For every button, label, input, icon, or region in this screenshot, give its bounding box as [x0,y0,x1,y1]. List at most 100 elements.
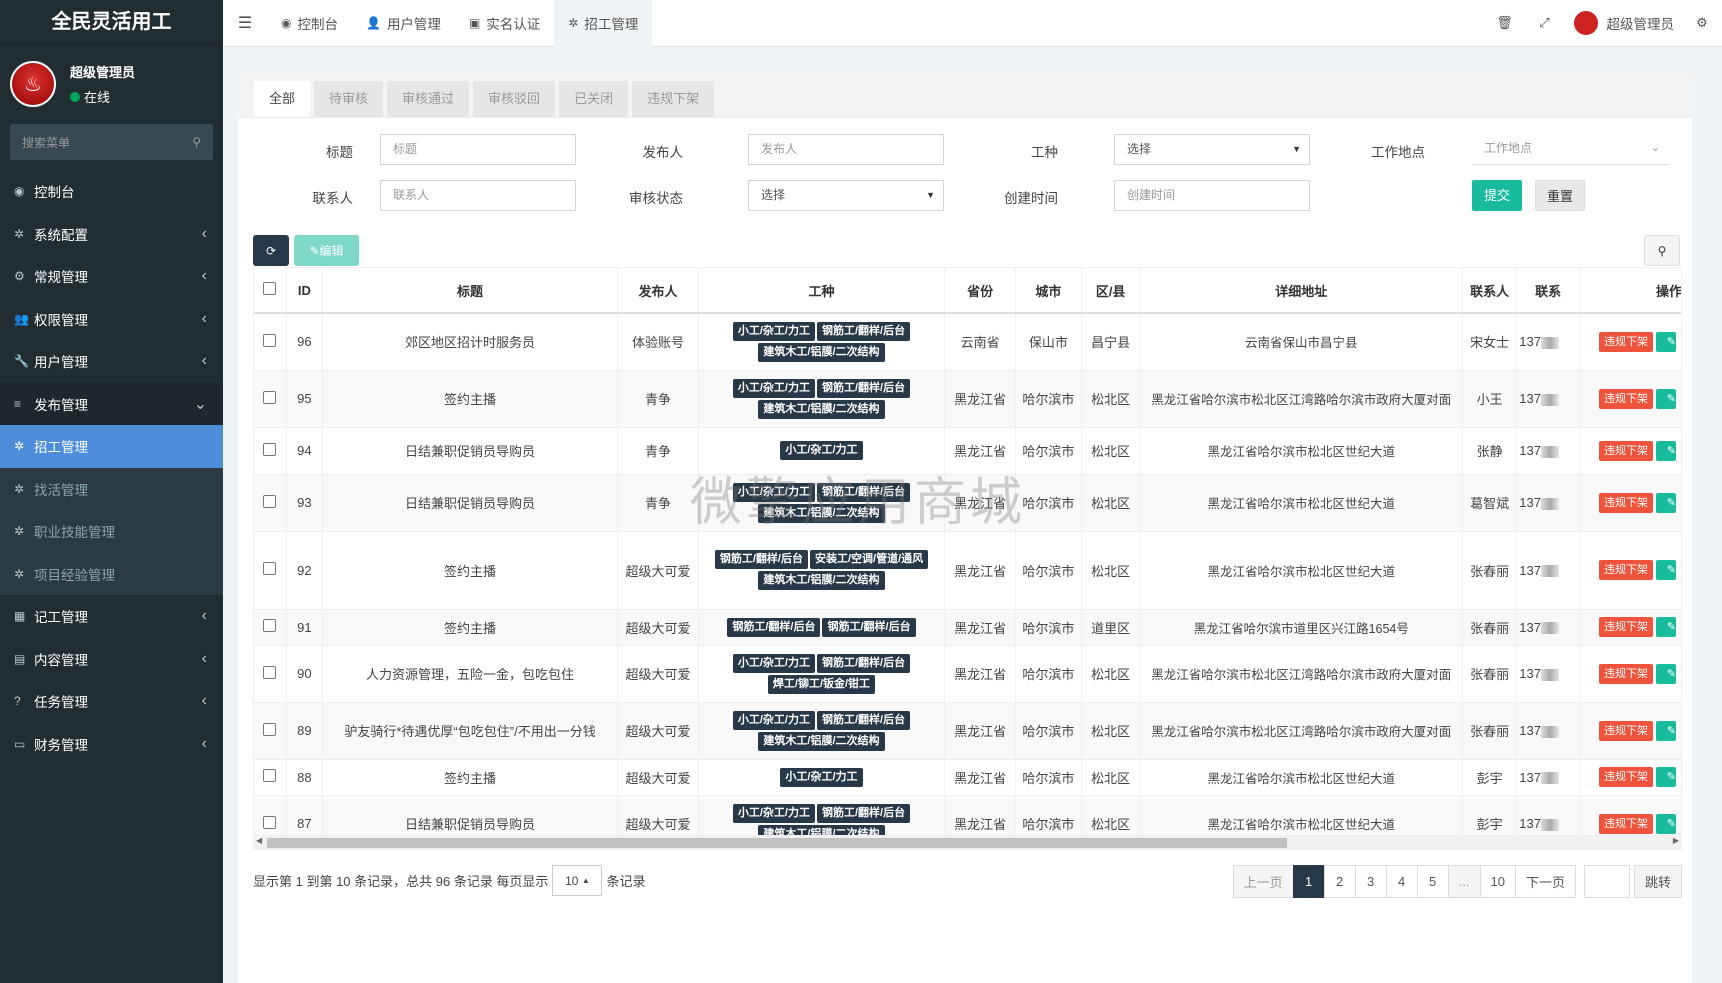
offline-button[interactable]: 违规下架 [1599,720,1653,741]
page-number-button[interactable]: 4 [1385,865,1418,898]
offline-button[interactable]: 违规下架 [1599,440,1653,461]
sidebar-item[interactable]: ✲ 项目经验管理 [0,552,223,595]
created-time-input[interactable]: 创建时间 [1114,180,1310,211]
select-all-checkbox[interactable] [263,282,277,295]
table-search-button[interactable]: ⚲ [1644,235,1680,266]
pencil-icon[interactable]: ✎ [1656,720,1676,741]
refresh-button[interactable]: ⟳ [253,235,289,266]
pencil-icon[interactable]: ✎ [1656,492,1676,513]
column-header[interactable]: 标题 [322,268,619,314]
pencil-icon[interactable]: ✎ [1656,767,1676,787]
page-number-button[interactable]: 1 [1292,865,1325,898]
edit-button[interactable]: ✎ 编辑 [294,235,359,266]
offline-button[interactable]: 违规下架 [1599,767,1653,787]
offline-button[interactable]: 违规下架 [1599,388,1653,409]
status-tab[interactable]: 已关闭 [559,81,629,117]
column-header[interactable]: 联系人 [1462,268,1518,314]
row-checkbox[interactable] [263,390,277,404]
status-tab[interactable]: 审核驳回 [473,81,556,117]
sidebar-item[interactable]: ✲ 找活管理 [0,467,223,510]
sidebar-item[interactable]: ▦ 记工管理 ‹ [0,595,223,638]
offline-button[interactable]: 违规下架 [1599,560,1653,580]
status-tab[interactable]: 待审核 [314,81,384,117]
row-checkbox[interactable] [263,562,277,575]
row-checkbox[interactable] [263,722,277,736]
scroll-left-icon[interactable]: ◀ [256,836,262,845]
status-tab[interactable]: 全部 [254,81,311,117]
sidebar-item[interactable]: ◉ 控制台 [0,170,223,213]
sidebar-item[interactable]: 🔧 用户管理 ‹ [0,340,223,383]
status-tab[interactable]: 审核通过 [387,81,470,117]
top-tab[interactable]: ✲ 招工管理 [554,0,653,47]
table-row[interactable]: 87 日结兼职促销员导购员 超级大可爱 小工/杂工/力工 钢筋工/翻样/后台建筑木工/铝… [254,794,1681,835]
pencil-icon[interactable]: ✎ [1656,560,1676,580]
row-checkbox[interactable] [263,815,277,829]
table-row[interactable]: 93 日结兼职促销员导购员 青争 小工/杂工/力工 钢筋工/翻样/后台建筑木工/铝膜/二… [254,473,1681,531]
search-icon[interactable]: ⚲ [192,135,201,149]
column-header[interactable]: 联系 [1516,268,1581,314]
page-number-button[interactable]: 3 [1354,865,1387,898]
prev-page-button[interactable]: 上一页 [1232,865,1294,898]
trash-icon[interactable]: 🗑 [1485,15,1525,31]
column-header[interactable]: 发布人 [617,268,699,314]
column-header[interactable]: 城市 [1015,268,1082,314]
row-checkbox[interactable] [263,769,277,782]
pencil-icon[interactable]: ✎ [1656,331,1676,352]
column-header[interactable]: 工种 [698,268,946,314]
next-page-button[interactable]: 下一页 [1514,865,1576,898]
table-row[interactable]: 92 签约主播 超级大可爱 钢筋工/翻样/后台 安装工/空调/管道/通风建筑木工/铝膜/… [254,530,1681,609]
column-header[interactable]: 区/县 [1081,268,1141,314]
location-select[interactable]: 工作地点 ⌄ [1472,134,1668,165]
sidebar-item[interactable]: 👥 权限管理 ‹ [0,298,223,341]
status-tab[interactable]: 违规下架 [632,81,715,117]
column-header[interactable]: 操作 [1579,268,1681,314]
row-checkbox[interactable] [263,442,277,456]
sidebar-item[interactable]: ✲ 招工管理 [0,425,223,468]
top-tab[interactable]: 👤 用户管理 [352,0,455,47]
scrollbar-thumb[interactable] [267,838,1287,848]
settings-gears-icon[interactable]: ⚙ [1682,15,1722,31]
submit-button[interactable]: 提交 [1472,180,1522,211]
sidebar-item[interactable]: ⚙ 常规管理 ‹ [0,255,223,298]
table-row[interactable]: 95 签约主播 青争 小工/杂工/力工 钢筋工/翻样/后台建筑木工/铝膜/二次结构 黑龙江… [254,369,1681,427]
table-row[interactable]: 88 签约主播 超级大可爱 小工/杂工/力工 黑龙江省 哈尔滨市 松北区 黑龙江省哈尔滨市松北… [254,758,1681,795]
top-user-menu[interactable]: 超级管理员 [1565,10,1683,36]
sidebar-item[interactable]: ✲ 系统配置 ‹ [0,213,223,256]
offline-button[interactable]: 违规下架 [1599,663,1653,684]
table-row[interactable]: 96 郊区地区招计时服务员 体验账号 小工/杂工/力工 钢筋工/翻样/后台建筑木工/铝膜… [254,312,1681,370]
offline-button[interactable]: 违规下架 [1599,331,1653,352]
page-number-button[interactable]: 10 [1479,865,1516,898]
reset-button[interactable]: 重置 [1535,180,1585,211]
pencil-icon[interactable]: ✎ [1656,440,1676,461]
sidebar-item[interactable]: ✲ 职业技能管理 [0,510,223,553]
top-tab[interactable]: ◉ 控制台 [267,0,352,47]
row-checkbox[interactable] [263,619,277,632]
column-header[interactable]: ID [286,268,323,314]
offline-button[interactable]: 违规下架 [1599,617,1653,637]
page-size-select[interactable]: 10 ▲ [552,865,603,896]
page-number-button[interactable]: 2 [1323,865,1356,898]
horizontal-scrollbar[interactable]: ◀ ▶ [253,836,1682,850]
review-status-select[interactable]: 选择 ▼ [748,180,944,211]
title-input[interactable]: 标题 [380,134,576,165]
sidebar-item[interactable]: ≡ 发布管理 ⌄ [0,382,223,425]
pencil-icon[interactable]: ✎ [1656,813,1676,834]
worktype-select[interactable]: 选择 ▼ [1114,134,1310,165]
offline-button[interactable]: 违规下架 [1599,813,1653,834]
publisher-input[interactable]: 发布人 [748,134,944,165]
table-row[interactable]: 89 驴友骑行*待遇优厚“包吃包住”/不用出一分钱 超级大可爱 小工/杂工/力工 钢筋工… [254,701,1681,759]
table-row[interactable]: 91 签约主播 超级大可爱 钢筋工/翻样/后台 钢筋工/翻样/后台 黑龙江省 哈尔滨市 道里区… [254,608,1681,645]
row-checkbox[interactable] [263,665,277,679]
contact-input[interactable]: 联系人 [380,180,576,211]
scroll-right-icon[interactable]: ▶ [1673,836,1679,845]
top-tab[interactable]: ▣ 实名认证 [455,0,554,47]
jump-page-input[interactable] [1583,865,1630,898]
table-row[interactable]: 90 人力资源管理，五险一金，包吃包住 超级大可爱 小工/杂工/力工 钢筋工/翻样/后台… [254,644,1681,702]
pencil-icon[interactable]: ✎ [1656,388,1676,409]
column-header[interactable]: 详细地址 [1139,268,1464,314]
offline-button[interactable]: 违规下架 [1599,492,1653,513]
sidebar-toggle-icon[interactable]: ☰ [223,13,267,33]
menu-search-input[interactable]: 搜索菜单 ⚲ [10,124,213,160]
column-header[interactable]: 省份 [944,268,1016,314]
page-number-button[interactable]: 5 [1416,865,1449,898]
